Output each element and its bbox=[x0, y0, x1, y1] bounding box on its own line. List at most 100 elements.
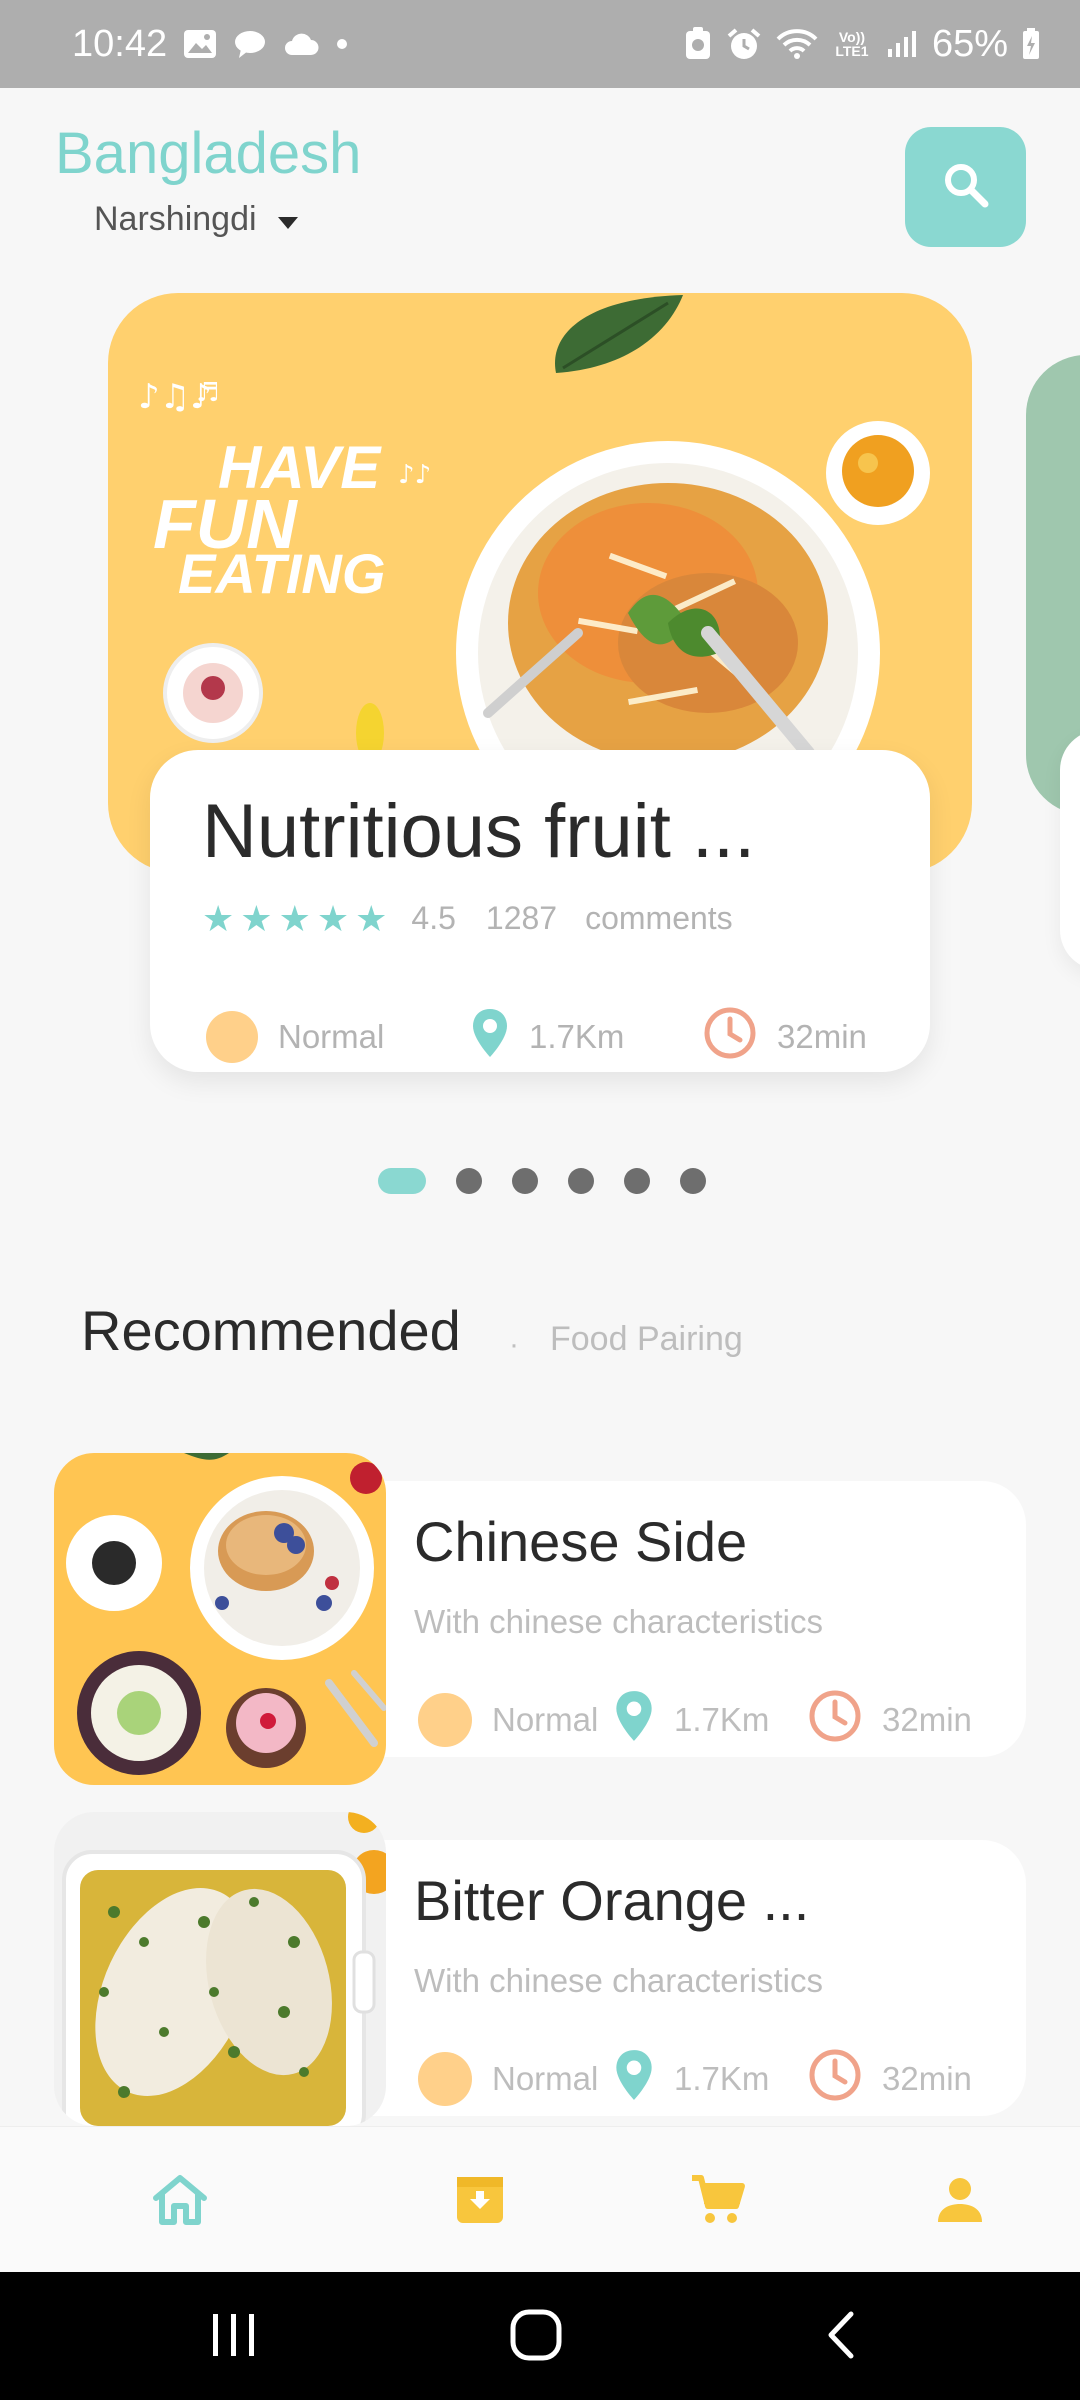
list-item-image bbox=[54, 1812, 386, 2126]
time-meta: 32min bbox=[703, 1006, 867, 1068]
star-icon: ★ bbox=[355, 897, 388, 939]
time-label: 32min bbox=[882, 2060, 972, 2097]
caret-down-icon bbox=[277, 200, 299, 239]
list-item[interactable]: Bitter Orange ... With chinese character… bbox=[54, 1812, 1026, 2144]
rating-row: ★ ★ ★ ★ ★ 4.5 1287 comments bbox=[202, 900, 733, 937]
distance-label: 1.7Km bbox=[674, 2060, 770, 2097]
star-icon: ★ bbox=[316, 897, 350, 939]
wifi-icon bbox=[776, 28, 818, 60]
clock-icon bbox=[808, 1689, 862, 1751]
search-icon bbox=[941, 160, 991, 215]
search-button[interactable] bbox=[905, 127, 1026, 247]
pager-dot[interactable] bbox=[568, 1168, 594, 1194]
star-icon: ★ bbox=[240, 897, 273, 939]
nav-archive[interactable] bbox=[445, 2167, 515, 2237]
star-icon: ★ bbox=[202, 897, 235, 939]
distance-meta: 1.7Km bbox=[614, 1689, 808, 1751]
back-button[interactable] bbox=[790, 2302, 890, 2372]
nav-home[interactable] bbox=[145, 2167, 215, 2237]
list-item-description: With chinese characteristics bbox=[414, 1603, 823, 1640]
clock-icon bbox=[703, 1006, 757, 1068]
pager-dot[interactable] bbox=[680, 1168, 706, 1194]
nav-cart[interactable] bbox=[683, 2167, 753, 2237]
pager-dot[interactable] bbox=[512, 1168, 538, 1194]
system-nav-bar bbox=[0, 2272, 1080, 2400]
image-icon bbox=[183, 29, 217, 59]
pager-dot[interactable] bbox=[624, 1168, 650, 1194]
battery-icon bbox=[1022, 28, 1040, 60]
chat-icon bbox=[233, 29, 267, 59]
carousel-pager bbox=[378, 1168, 706, 1194]
section-separator: · bbox=[509, 1328, 519, 1361]
section-subtitle-tab[interactable]: Food Pairing bbox=[550, 1320, 743, 1359]
recent-apps-icon bbox=[209, 2312, 259, 2363]
dot-icon bbox=[335, 37, 349, 51]
app-screen: 10:42 Vo)) LTE1 65% Bangladesh Narshingd… bbox=[0, 0, 1080, 2400]
difficulty-meta: Normal bbox=[418, 1693, 614, 1747]
difficulty-dot-icon bbox=[206, 1011, 258, 1063]
svg-text:♪♪: ♪♪ bbox=[398, 460, 431, 490]
status-bar: 10:42 Vo)) LTE1 65% bbox=[0, 0, 1080, 88]
comments-label: comments bbox=[585, 900, 733, 936]
list-item-image bbox=[54, 1453, 386, 1785]
home-system-icon bbox=[510, 2309, 562, 2366]
signal-icon bbox=[886, 29, 918, 59]
star-icon: ★ bbox=[278, 897, 311, 939]
status-right: Vo)) LTE1 65% bbox=[684, 23, 1040, 66]
pager-dot[interactable] bbox=[456, 1168, 482, 1194]
time-meta: 32min bbox=[808, 2048, 972, 2110]
time-meta: 32min bbox=[808, 1689, 972, 1751]
list-item-meta: Normal 1.7Km 32min bbox=[418, 1689, 972, 1751]
list-item-title: Bitter Orange ... bbox=[414, 1869, 810, 1932]
recent-apps-button[interactable] bbox=[184, 2302, 284, 2372]
battery-percent: 65% bbox=[931, 22, 1008, 65]
time-label: 32min bbox=[777, 1018, 867, 1055]
rating-value: 4.5 bbox=[411, 900, 456, 936]
star-rating: ★ ★ ★ ★ ★ bbox=[202, 897, 388, 939]
volte-label: Vo)) LTE1 bbox=[835, 29, 869, 59]
time-label: 32min bbox=[882, 1701, 972, 1738]
list-item[interactable]: Chinese Side With chinese characteristic… bbox=[54, 1453, 1026, 1785]
difficulty-label: Normal bbox=[492, 2060, 599, 2097]
comments-count: 1287 bbox=[485, 900, 558, 936]
bottom-nav bbox=[0, 2126, 1080, 2272]
location-pin-icon bbox=[471, 1007, 509, 1067]
volte-icon: Vo)) LTE1 bbox=[832, 30, 872, 58]
difficulty-dot-icon bbox=[418, 2052, 472, 2106]
featured-title: Nutritious fruit ... bbox=[202, 789, 756, 874]
list-item-description: With chinese characteristics bbox=[414, 1962, 823, 1999]
country-title[interactable]: Bangladesh bbox=[55, 120, 361, 187]
svg-text:EATING: EATING bbox=[178, 542, 385, 605]
cloud-icon bbox=[283, 31, 319, 57]
profile-icon bbox=[936, 2176, 984, 2229]
difficulty-meta: Normal bbox=[418, 2052, 614, 2106]
status-left: 10:42 bbox=[72, 23, 349, 66]
status-time: 10:42 bbox=[72, 22, 168, 65]
back-icon bbox=[823, 2310, 857, 2365]
archive-icon bbox=[455, 2175, 505, 2230]
nav-profile[interactable] bbox=[925, 2167, 995, 2237]
list-item-meta: Normal 1.7Km 32min bbox=[418, 2048, 972, 2110]
cart-icon bbox=[690, 2174, 746, 2231]
region-label: Narshingdi bbox=[94, 200, 257, 238]
svg-text:♬: ♬ bbox=[196, 378, 219, 408]
location-pin-icon bbox=[614, 2048, 654, 2110]
home-icon bbox=[152, 2174, 208, 2231]
home-system-button[interactable] bbox=[486, 2302, 586, 2372]
difficulty-label: Normal bbox=[492, 1701, 599, 1738]
difficulty-dot-icon bbox=[418, 1693, 472, 1747]
next-info-card-peek bbox=[1060, 730, 1080, 970]
distance-label: 1.7Km bbox=[529, 1018, 625, 1055]
distance-label: 1.7Km bbox=[674, 1701, 770, 1738]
featured-meta-row: Normal 1.7Km 32min bbox=[206, 1006, 867, 1068]
difficulty-label: Normal bbox=[278, 1018, 385, 1055]
distance-meta: 1.7Km bbox=[614, 2048, 808, 2110]
section-title: Recommended bbox=[81, 1299, 461, 1362]
alarm-icon bbox=[726, 27, 762, 61]
pager-dot-active[interactable] bbox=[378, 1168, 426, 1194]
battery-saver-icon bbox=[684, 27, 712, 61]
location-pin-icon bbox=[614, 1689, 654, 1751]
region-selector[interactable]: Narshingdi bbox=[94, 200, 299, 239]
featured-info-card[interactable]: Nutritious fruit ... ★ ★ ★ ★ ★ 4.5 1287 … bbox=[150, 750, 930, 1072]
difficulty-meta: Normal bbox=[206, 1011, 471, 1063]
